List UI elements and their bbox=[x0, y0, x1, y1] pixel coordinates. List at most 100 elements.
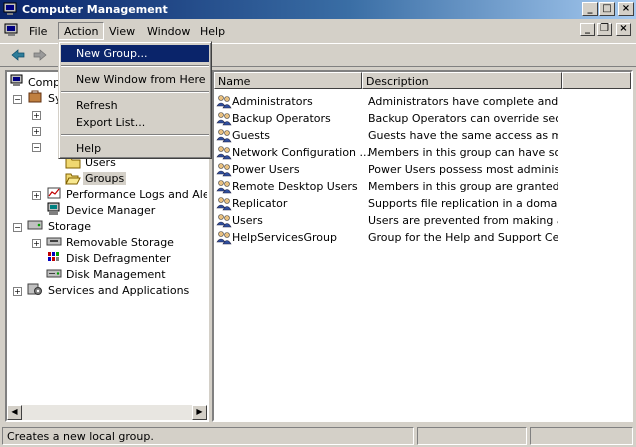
group-description: Users are prevented from making ac... bbox=[368, 214, 558, 227]
tree-node-storage[interactable]: Storage bbox=[27, 218, 107, 234]
table-row[interactable]: Network Configuration ... Members in this… bbox=[214, 144, 631, 161]
menu-separator bbox=[61, 134, 209, 136]
performance-icon bbox=[47, 187, 61, 199]
minimize-button[interactable]: _ bbox=[582, 2, 598, 16]
group-icon bbox=[216, 112, 232, 126]
removable-storage-icon bbox=[46, 237, 62, 246]
expander-shared-folders[interactable]: + bbox=[32, 127, 41, 136]
column-header-description[interactable]: Description bbox=[362, 72, 562, 89]
group-icon bbox=[216, 146, 232, 160]
tree-node-groups[interactable]: Groups bbox=[65, 170, 135, 186]
column-header-name[interactable]: Name bbox=[214, 72, 362, 89]
mdi-minimize-button[interactable]: _ bbox=[580, 23, 595, 36]
menu-item-help[interactable]: Help bbox=[61, 140, 209, 157]
menu-help[interactable]: Help bbox=[194, 23, 231, 41]
group-description: Power Users possess most administr... bbox=[368, 163, 558, 176]
group-icon bbox=[216, 197, 232, 211]
disk-defragmenter-icon bbox=[48, 252, 59, 261]
status-bar: Creates a new local group. bbox=[0, 425, 636, 447]
expander-system-tools[interactable]: − bbox=[13, 95, 22, 104]
group-name: Remote Desktop Users bbox=[232, 180, 358, 193]
expander-storage[interactable]: − bbox=[13, 223, 22, 232]
expander-services-apps[interactable]: + bbox=[13, 287, 22, 296]
back-arrow-icon[interactable] bbox=[10, 48, 26, 62]
tree-label-removable-storage: Removable Storage bbox=[66, 236, 174, 249]
forward-arrow-icon[interactable] bbox=[32, 48, 48, 62]
menu-item-refresh[interactable]: Refresh bbox=[61, 97, 209, 114]
tree-node-disk-management[interactable]: Disk Management bbox=[46, 266, 176, 282]
table-row[interactable]: Power Users Power Users possess most admi… bbox=[214, 161, 631, 178]
system-tools-icon bbox=[28, 90, 42, 103]
status-text: Creates a new local group. bbox=[2, 427, 414, 445]
table-row[interactable]: HelpServicesGroup Group for the Help and … bbox=[214, 229, 631, 246]
group-description: Members in this group can have som... bbox=[368, 146, 558, 159]
services-applications-icon bbox=[27, 283, 42, 295]
group-name: Administrators bbox=[232, 95, 313, 108]
tree-label-disk-defragmenter: Disk Defragmenter bbox=[66, 252, 171, 265]
document-window-icon[interactable] bbox=[4, 23, 20, 38]
tree-node-disk-defragmenter[interactable]: Disk Defragmenter bbox=[46, 250, 176, 266]
table-row[interactable]: Replicator Supports file replication in a… bbox=[214, 195, 631, 212]
storage-icon bbox=[27, 220, 43, 230]
mdi-close-button[interactable]: × bbox=[616, 23, 631, 36]
device-manager-icon bbox=[47, 202, 60, 215]
tree-label-groups: Groups bbox=[83, 172, 127, 185]
group-icon bbox=[216, 95, 232, 109]
menu-item-export-list[interactable]: Export List... bbox=[61, 114, 209, 131]
expander-local-users[interactable]: − bbox=[32, 143, 41, 152]
table-row[interactable]: Administrators Administrators have comple… bbox=[214, 93, 631, 110]
tree-horizontal-scrollbar[interactable]: ◀ ▶ bbox=[7, 405, 207, 420]
tree-node-services-apps[interactable]: Services and Applications bbox=[27, 282, 197, 298]
group-description: Administrators have complete and u... bbox=[368, 95, 558, 108]
group-name: HelpServicesGroup bbox=[232, 231, 337, 244]
mdi-restore-button[interactable]: ❐ bbox=[597, 23, 612, 36]
expander-removable-storage[interactable]: + bbox=[32, 239, 41, 248]
tree-label-services-apps: Services and Applications bbox=[48, 284, 190, 297]
tree-node-performance-logs[interactable]: Performance Logs and Alerts bbox=[46, 186, 209, 202]
menu-window[interactable]: Window bbox=[141, 23, 196, 41]
status-panel-2 bbox=[417, 427, 527, 445]
column-header-filler bbox=[562, 72, 631, 89]
menu-file[interactable]: File bbox=[23, 23, 53, 41]
group-name: Users bbox=[232, 214, 263, 227]
computer-icon bbox=[10, 74, 23, 86]
group-description: Group for the Help and Support Center bbox=[368, 231, 558, 244]
close-button[interactable]: × bbox=[618, 2, 634, 16]
group-name: Network Configuration ... bbox=[232, 146, 371, 159]
scroll-left-arrow-icon[interactable]: ◀ bbox=[7, 405, 22, 420]
group-description: Members in this group are granted t... bbox=[368, 180, 558, 193]
maximize-button[interactable]: □ bbox=[599, 2, 615, 16]
tree-label-performance-logs: Performance Logs and Alerts bbox=[66, 188, 209, 201]
menu-item-new-window[interactable]: New Window from Here bbox=[61, 71, 209, 88]
table-row[interactable]: Backup Operators Backup Operators can ove… bbox=[214, 110, 631, 127]
groups-list-view[interactable]: Name Description Administrators Administr… bbox=[212, 70, 633, 422]
menu-bar: File Action View Window Help bbox=[0, 20, 636, 42]
group-description: Guests have the same access as me... bbox=[368, 129, 558, 142]
group-name: Backup Operators bbox=[232, 112, 331, 125]
menu-view[interactable]: View bbox=[103, 23, 141, 41]
computer-management-icon bbox=[3, 2, 17, 15]
menu-item-new-group[interactable]: New Group... bbox=[61, 45, 209, 62]
tree-node-device-manager[interactable]: Device Manager bbox=[46, 202, 166, 218]
table-row[interactable]: Remote Desktop Users Members in this grou… bbox=[214, 178, 631, 195]
group-description: Supports file replication in a domain bbox=[368, 197, 558, 210]
title-bar[interactable]: Computer Management _ □ × bbox=[0, 0, 636, 19]
tree-label-device-manager: Device Manager bbox=[66, 204, 156, 217]
table-row[interactable]: Guests Guests have the same access as me.… bbox=[214, 127, 631, 144]
group-name: Guests bbox=[232, 129, 271, 142]
scroll-right-arrow-icon[interactable]: ▶ bbox=[192, 405, 207, 420]
group-description: Backup Operators can override secu... bbox=[368, 112, 558, 125]
table-row[interactable]: Users Users are prevented from making ac.… bbox=[214, 212, 631, 229]
menu-separator bbox=[61, 65, 209, 67]
group-icon bbox=[216, 129, 232, 143]
group-icon bbox=[216, 231, 232, 245]
expander-event-viewer[interactable]: + bbox=[32, 111, 41, 120]
tree-node-removable-storage[interactable]: Removable Storage bbox=[46, 234, 176, 250]
menu-separator bbox=[61, 91, 209, 93]
group-icon bbox=[216, 214, 232, 228]
tree-label-storage: Storage bbox=[48, 220, 92, 233]
group-name: Replicator bbox=[232, 197, 288, 210]
menu-action[interactable]: Action bbox=[58, 22, 105, 40]
group-icon bbox=[216, 180, 232, 194]
expander-performance-logs[interactable]: + bbox=[32, 191, 41, 200]
